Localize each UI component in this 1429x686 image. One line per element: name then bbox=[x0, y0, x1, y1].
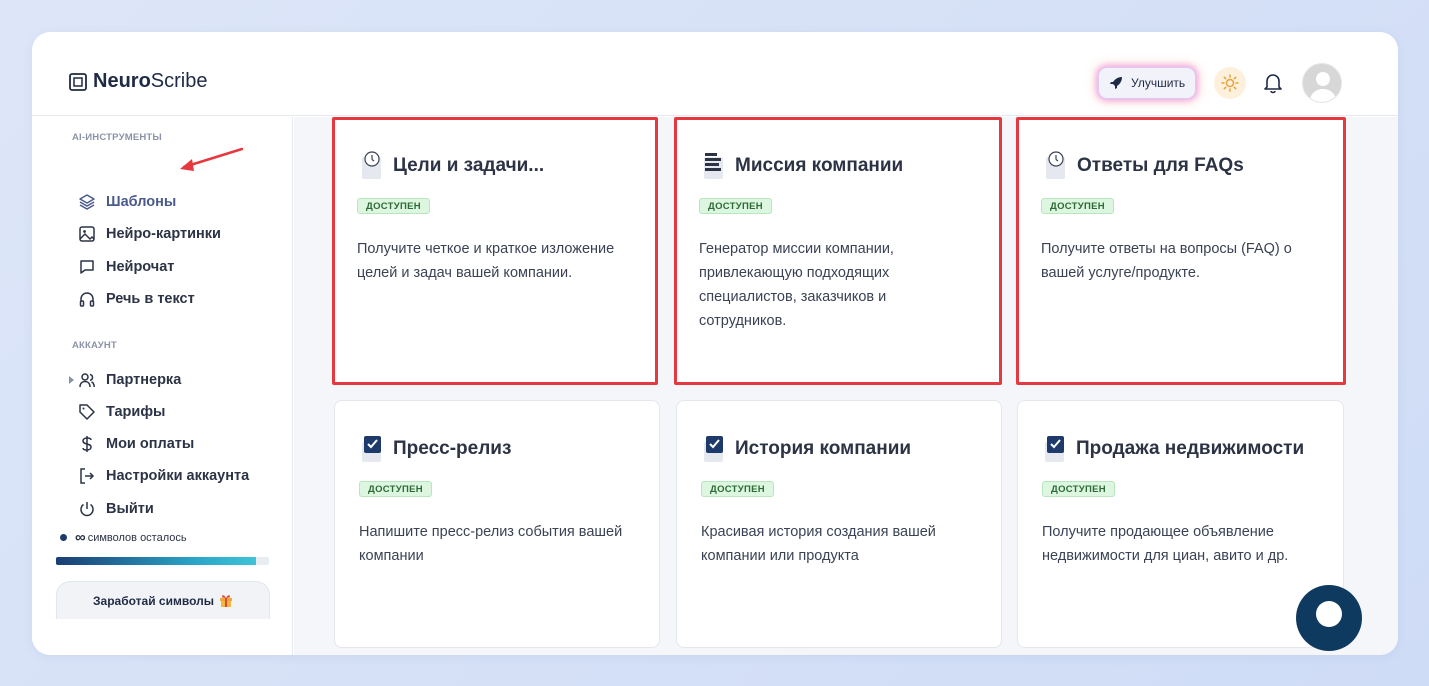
symbols-infinity: ∞ bbox=[75, 529, 86, 546]
status-badge: ДОСТУПЕН bbox=[357, 198, 430, 214]
app-window: NeuroScribe Улучшить AI-ИНСТРУМЕНТЫ Шабл… bbox=[32, 32, 1398, 655]
bell-icon[interactable] bbox=[1262, 72, 1284, 94]
power-icon bbox=[80, 502, 94, 517]
card-title: Пресс-релиз bbox=[393, 438, 512, 459]
card-title-row: Продажа недвижимости bbox=[1042, 434, 1304, 464]
users-icon bbox=[79, 373, 95, 388]
status-dot bbox=[60, 534, 67, 541]
templates-grid: Цели и задачи... ДОСТУПЕН Получите четко… bbox=[294, 117, 1398, 655]
section-label-ai: AI-ИНСТРУМЕНТЫ bbox=[72, 132, 162, 143]
login-icon bbox=[80, 468, 95, 484]
sidebar: AI-ИНСТРУМЕНТЫ Шаблоны Нейро-картинки Не… bbox=[32, 117, 293, 655]
card-title-row: Ответы для FAQs bbox=[1043, 151, 1244, 181]
card-title: История компании bbox=[735, 438, 912, 459]
sidebar-item-neurochat[interactable]: Нейрочат bbox=[78, 256, 174, 278]
logo[interactable]: NeuroScribe bbox=[69, 70, 208, 93]
status-badge: ДОСТУПЕН bbox=[701, 481, 774, 497]
sidebar-item-label: Речь в текст bbox=[106, 291, 195, 307]
gift-icon bbox=[219, 595, 232, 607]
sidebar-item-payments[interactable]: Мои оплаты bbox=[78, 433, 194, 455]
top-header: NeuroScribe Улучшить bbox=[32, 32, 1398, 116]
card-title-row: Миссия компании bbox=[701, 151, 903, 181]
status-badge: ДОСТУПЕН bbox=[1041, 198, 1114, 214]
sidebar-item-neuro-images[interactable]: Нейро-картинки bbox=[78, 223, 221, 245]
status-badge: ДОСТУПЕН bbox=[359, 481, 432, 497]
status-badge: ДОСТУПЕН bbox=[1042, 481, 1115, 497]
card-description: Красивая история создания вашей компании… bbox=[701, 524, 936, 564]
card-title: Миссия компании bbox=[735, 155, 904, 176]
card-title: Ответы для FAQs bbox=[1077, 155, 1244, 176]
symbols-remaining: ∞ символов осталось bbox=[60, 529, 187, 546]
sidebar-item-logout[interactable]: Выйти bbox=[78, 498, 154, 520]
sidebar-item-label: Мои оплаты bbox=[106, 436, 195, 452]
headphones-icon bbox=[79, 292, 95, 307]
card-description: Напишите пресс-релиз события вашей компа… bbox=[359, 524, 623, 564]
check-doc-icon bbox=[1045, 436, 1064, 462]
list-doc-icon bbox=[704, 153, 723, 179]
user-avatar-icon bbox=[1309, 72, 1337, 102]
layers-icon bbox=[79, 194, 95, 210]
clock-doc-icon bbox=[1046, 151, 1065, 179]
card-description: Генератор миссии компании, привлекающую … bbox=[699, 241, 894, 329]
image-icon bbox=[79, 226, 95, 242]
logo-text-regular: Scribe bbox=[150, 70, 208, 92]
earn-symbols-label: Заработай символы bbox=[93, 593, 214, 608]
sidebar-item-label: Выйти bbox=[106, 501, 154, 517]
tag-icon bbox=[79, 404, 95, 420]
upgrade-label: Улучшить bbox=[1131, 76, 1186, 90]
template-card-press-release[interactable]: Пресс-релиз ДОСТУПЕН Напишите пресс-рели… bbox=[334, 400, 660, 648]
chevron-right-icon[interactable] bbox=[69, 376, 75, 384]
sidebar-item-label: Партнерка bbox=[106, 372, 182, 388]
annotation-arrow-icon bbox=[180, 147, 244, 171]
sidebar-item-account-settings[interactable]: Настройки аккаунта bbox=[78, 465, 249, 487]
template-card-company-history[interactable]: История компании ДОСТУПЕН Красивая истор… bbox=[676, 400, 1002, 648]
sun-icon bbox=[1221, 74, 1239, 92]
sidebar-item-label: Тарифы bbox=[106, 404, 166, 420]
sidebar-item-templates[interactable]: Шаблоны bbox=[78, 191, 176, 213]
template-card-real-estate[interactable]: Продажа недвижимости ДОСТУПЕН Получите п… bbox=[1017, 400, 1344, 648]
section-label-account: АККАУНТ bbox=[72, 340, 117, 351]
template-card-faqs[interactable]: Ответы для FAQs ДОСТУПЕН Получите ответы… bbox=[1016, 117, 1346, 385]
logo-icon bbox=[69, 72, 87, 91]
sidebar-item-tariffs[interactable]: Тарифы bbox=[78, 401, 165, 423]
clock-doc-icon bbox=[362, 151, 381, 179]
card-title: Цели и задачи... bbox=[393, 155, 545, 176]
symbols-text: символов осталось bbox=[87, 531, 187, 544]
avatar[interactable] bbox=[1302, 63, 1342, 103]
sidebar-item-partner[interactable]: Партнерка bbox=[78, 369, 181, 391]
earn-symbols-button[interactable]: Заработай символы bbox=[56, 581, 270, 619]
card-title-row: Пресс-релиз bbox=[359, 434, 511, 464]
dollar-icon bbox=[82, 436, 92, 452]
logo-text-bold: Neuro bbox=[93, 70, 151, 92]
check-doc-icon bbox=[362, 436, 381, 462]
card-description: Получите продающее объявление недвижимос… bbox=[1042, 524, 1289, 564]
theme-toggle-button[interactable] bbox=[1214, 67, 1246, 99]
sidebar-item-label: Настройки аккаунта bbox=[106, 468, 250, 484]
sidebar-item-label: Шаблоны bbox=[106, 194, 177, 210]
card-title-row: Цели и задачи... bbox=[359, 151, 544, 181]
template-card-mission[interactable]: Миссия компании ДОСТУПЕН Генератор мисси… bbox=[674, 117, 1002, 385]
sidebar-item-label: Нейрочат bbox=[106, 259, 175, 275]
check-doc-icon bbox=[704, 436, 723, 462]
card-description: Получите ответы на вопросы (FAQ) о вашей… bbox=[1041, 241, 1292, 281]
template-card-goals[interactable]: Цели и задачи... ДОСТУПЕН Получите четко… bbox=[332, 117, 658, 385]
card-title: Продажа недвижимости bbox=[1076, 438, 1305, 459]
symbols-progress-bar bbox=[56, 557, 269, 565]
card-description: Получите четкое и краткое изложение целе… bbox=[357, 241, 615, 281]
sidebar-item-speech-to-text[interactable]: Речь в текст bbox=[78, 288, 195, 310]
support-chat-button[interactable] bbox=[1296, 585, 1362, 651]
chat-icon bbox=[80, 260, 94, 274]
rocket-icon bbox=[1110, 77, 1122, 89]
status-badge: ДОСТУПЕН bbox=[699, 198, 772, 214]
upgrade-button[interactable]: Улучшить bbox=[1098, 67, 1197, 99]
sidebar-item-label: Нейро-картинки bbox=[106, 226, 221, 242]
card-title-row: История компании bbox=[701, 434, 911, 464]
symbols-progress-fill bbox=[56, 557, 257, 565]
